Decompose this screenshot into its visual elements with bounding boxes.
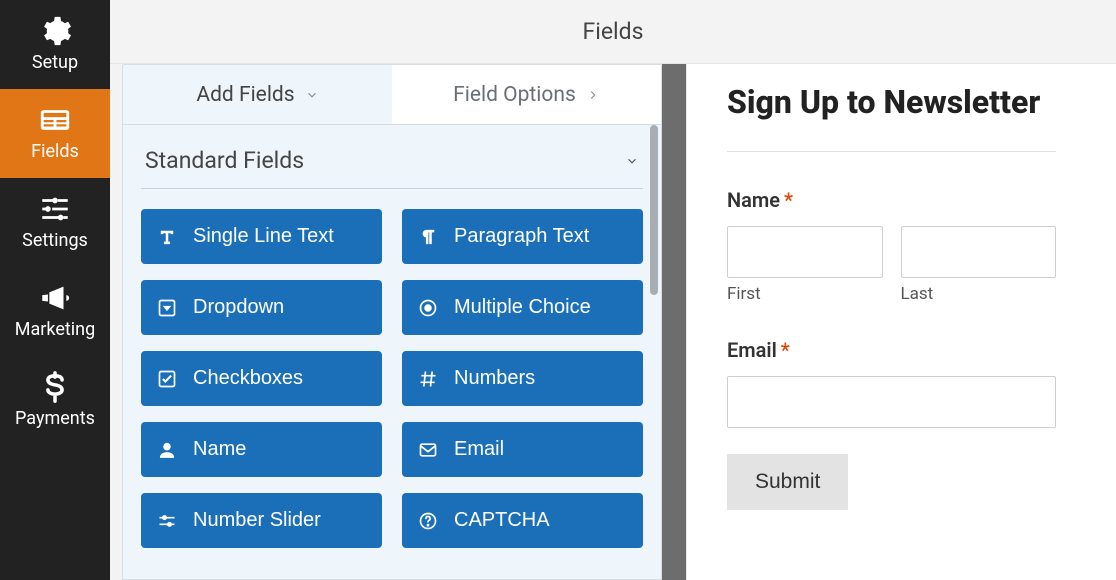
tab-field-options[interactable]: Field Options — [392, 65, 661, 125]
envelope-icon — [418, 440, 438, 460]
field-btn-label: Checkboxes — [193, 367, 303, 390]
form-divider — [727, 151, 1056, 152]
panel-scrollbar[interactable] — [650, 125, 658, 295]
gear-icon — [38, 14, 72, 48]
group-title: Standard Fields — [145, 147, 304, 174]
field-btn-email[interactable]: Email — [402, 422, 643, 477]
email-field-label: Email* — [727, 338, 1056, 362]
sidebar-label: Settings — [22, 230, 88, 251]
chevron-down-icon — [625, 154, 639, 168]
form-title: Sign Up to Newsletter — [727, 84, 1056, 121]
sidebar-item-marketing[interactable]: Marketing — [0, 267, 110, 356]
field-btn-checkboxes[interactable]: Checkboxes — [141, 351, 382, 406]
sidebar-item-fields[interactable]: Fields — [0, 89, 110, 178]
sidebar-item-settings[interactable]: Settings — [0, 178, 110, 267]
sliders-icon — [38, 192, 72, 226]
fields-scroll-area: Standard Fields Single Line Text Paragra… — [123, 125, 661, 579]
form-preview-panel: Sign Up to Newsletter Name* First Last E… — [686, 64, 1116, 580]
tab-label: Field Options — [453, 83, 576, 107]
field-btn-number-slider[interactable]: Number Slider — [141, 493, 382, 548]
sidebar-item-payments[interactable]: Payments — [0, 356, 110, 445]
field-btn-label: Multiple Choice — [454, 296, 591, 319]
paragraph-icon — [418, 227, 438, 247]
field-btn-label: Numbers — [454, 367, 535, 390]
field-btn-single-line-text[interactable]: Single Line Text — [141, 209, 382, 264]
tab-label: Add Fields — [196, 83, 294, 107]
email-field-block: Email* — [727, 338, 1056, 428]
submit-label: Submit — [755, 470, 820, 493]
caret-square-icon — [157, 298, 177, 318]
name-field-row: First Last — [727, 226, 1056, 304]
field-btn-name[interactable]: Name — [141, 422, 382, 477]
left-sidebar: Setup Fields Settings Marketing Payments — [0, 0, 110, 580]
question-circle-icon — [418, 511, 438, 531]
first-name-input[interactable] — [727, 226, 883, 278]
sidebar-label: Payments — [15, 408, 95, 429]
email-input[interactable] — [727, 376, 1056, 428]
field-btn-label: CAPTCHA — [454, 509, 550, 532]
main-area: Fields Add Fields Field Options Standard… — [110, 0, 1116, 580]
last-name-input[interactable] — [901, 226, 1057, 278]
text-icon — [157, 227, 177, 247]
field-btn-numbers[interactable]: Numbers — [402, 351, 643, 406]
field-btn-multiple-choice[interactable]: Multiple Choice — [402, 280, 643, 335]
divider-strip — [662, 64, 686, 580]
field-btn-label: Dropdown — [193, 296, 284, 319]
sidebar-item-setup[interactable]: Setup — [0, 0, 110, 89]
sidebar-label: Marketing — [15, 319, 95, 340]
field-btn-label: Email — [454, 438, 504, 461]
field-btn-label: Number Slider — [193, 509, 321, 532]
field-btn-label: Name — [193, 438, 246, 461]
panel-tabs: Add Fields Field Options — [123, 65, 661, 125]
hash-icon — [418, 369, 438, 389]
workspace: Add Fields Field Options Standard Fields — [110, 64, 1116, 580]
first-name-sublabel: First — [727, 284, 883, 304]
form-icon — [38, 103, 72, 137]
field-btn-label: Single Line Text — [193, 225, 334, 248]
user-icon — [157, 440, 177, 460]
check-square-icon — [157, 369, 177, 389]
bullhorn-icon — [38, 281, 72, 315]
field-btn-dropdown[interactable]: Dropdown — [141, 280, 382, 335]
page-title: Fields — [583, 18, 644, 45]
page-title-bar: Fields — [110, 0, 1116, 64]
radio-icon — [418, 298, 438, 318]
tab-add-fields[interactable]: Add Fields — [123, 65, 392, 125]
required-mark: * — [784, 188, 793, 212]
chevron-right-icon — [586, 88, 600, 102]
dollar-icon — [38, 370, 72, 404]
slider-icon — [157, 511, 177, 531]
name-field-label: Name* — [727, 188, 1056, 212]
required-mark: * — [781, 338, 790, 362]
group-header-standard-fields[interactable]: Standard Fields — [141, 137, 643, 189]
chevron-down-icon — [305, 88, 319, 102]
sidebar-label: Fields — [31, 141, 79, 162]
fields-panel: Add Fields Field Options Standard Fields — [122, 64, 662, 580]
sidebar-label: Setup — [32, 52, 78, 73]
field-btn-captcha[interactable]: CAPTCHA — [402, 493, 643, 548]
last-name-sublabel: Last — [901, 284, 1057, 304]
field-btn-paragraph-text[interactable]: Paragraph Text — [402, 209, 643, 264]
submit-button[interactable]: Submit — [727, 454, 848, 510]
field-btn-label: Paragraph Text — [454, 225, 589, 248]
field-buttons-grid: Single Line Text Paragraph Text Dropdown… — [141, 209, 643, 548]
